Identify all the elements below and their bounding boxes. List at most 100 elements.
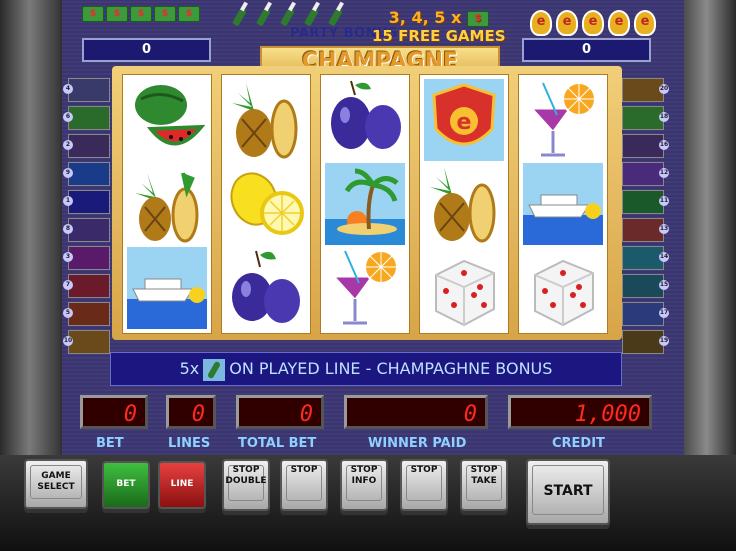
pineapple-icon	[232, 83, 298, 159]
stop-button-2[interactable]: STOP	[400, 459, 448, 511]
bet-label: BET	[96, 436, 124, 451]
line-marker: 4	[63, 78, 110, 102]
left-line-markers: 4 6 2 9 1 8 3 7 5 10	[63, 78, 110, 354]
champagne-bottle-icon	[231, 1, 248, 27]
stop-take-label: STOP TAKE	[470, 465, 498, 486]
bonus-multiplier: 5x	[179, 359, 200, 378]
free-games-multiplier: 3, 4, 5 x	[388, 8, 462, 27]
line-marker: 1	[63, 190, 110, 214]
credit-display: 1,000	[508, 395, 652, 429]
reel-3	[320, 74, 410, 334]
bet-button-label: BET	[116, 479, 136, 489]
reel-5	[518, 74, 608, 334]
game-select-label: GAME SELECT	[37, 471, 75, 492]
pineapple-icon	[430, 167, 496, 243]
e-coin-icon: e	[582, 10, 604, 36]
reel-frame: e	[112, 66, 622, 340]
line-marker: 8	[63, 218, 110, 242]
line-number: 6	[63, 112, 73, 122]
champagne-bottle-icon	[303, 1, 320, 27]
line-marker: 18	[622, 106, 669, 130]
total-bet-display: 0	[236, 395, 324, 429]
right-counter: 0	[522, 38, 651, 62]
line-marker: 9	[63, 162, 110, 186]
free-games-count: 15 FREE GAMES	[372, 27, 506, 45]
winner-paid-label: WINNER PAID	[368, 436, 467, 451]
bonus-message-text: ON PLAYED LINE - CHAMPAGHNE BONUS	[229, 359, 553, 378]
credit-label: CREDIT	[552, 436, 605, 451]
e-coin-icon: e	[556, 10, 578, 36]
winner-paid-display: 0	[344, 395, 488, 429]
start-button[interactable]: START	[526, 459, 610, 525]
game-screen: $ $ $ $ $ 0 PARTY BONUS 3, 4, 5 x $ 15 F…	[62, 0, 684, 455]
reel-4: e	[419, 74, 509, 334]
champagne-bottle-icon	[255, 1, 272, 27]
lines-label: LINES	[168, 436, 211, 451]
coin-icons: e e e e e	[530, 10, 656, 36]
e-shield-icon: e	[424, 79, 504, 161]
line-number: 10	[63, 336, 73, 346]
line-number: 5	[63, 308, 73, 318]
line-number: 14	[659, 252, 669, 262]
left-counter: 0	[82, 38, 211, 62]
line-marker: 11	[622, 190, 669, 214]
dice-icon	[435, 259, 495, 327]
lemon-icon	[230, 172, 304, 235]
plum-icon	[331, 80, 401, 149]
line-marker: 17	[622, 302, 669, 326]
line-marker: 14	[622, 246, 669, 270]
line-marker: 12	[622, 162, 669, 186]
stop-double-label: STOP DOUBLE	[225, 465, 267, 486]
game-select-button[interactable]: GAME SELECT	[24, 459, 88, 509]
line-marker: 5	[63, 302, 110, 326]
champagne-bottle-icon	[279, 1, 296, 27]
line-number: 3	[63, 252, 73, 262]
button-console: GAME SELECT BET LINE STOP DOUBLE STOP ST…	[0, 455, 736, 551]
stop-button[interactable]: STOP	[280, 459, 328, 511]
dollar-bill-icon: $	[106, 6, 128, 22]
cocktail-icon	[531, 82, 596, 157]
line-number: 17	[659, 308, 669, 318]
bonus-message-bar: 5x ON PLAYED LINE - CHAMPAGHNE BONUS	[110, 352, 622, 386]
dice-icon	[534, 259, 594, 327]
line-marker: 13	[622, 218, 669, 242]
line-button-label: LINE	[170, 479, 194, 489]
line-marker: 20	[622, 78, 669, 102]
stop-info-label: STOP INFO	[350, 465, 378, 486]
bonus-bill-icons: $ $ $ $ $	[82, 6, 200, 22]
reel-1	[122, 74, 212, 334]
stop-double-button[interactable]: STOP DOUBLE	[222, 459, 270, 511]
line-number: 8	[63, 224, 73, 234]
line-number: 13	[659, 224, 669, 234]
line-number: 16	[659, 140, 669, 150]
pineapple-icon	[135, 172, 199, 243]
line-number: 15	[659, 280, 669, 290]
stop-info-button[interactable]: STOP INFO	[340, 459, 388, 511]
line-marker: 7	[63, 274, 110, 298]
line-number: 20	[659, 84, 669, 94]
line-marker: 6	[63, 106, 110, 130]
bet-button[interactable]: BET	[102, 461, 150, 509]
palm-island-icon	[325, 163, 405, 245]
line-marker: 2	[63, 134, 110, 158]
line-number: 18	[659, 112, 669, 122]
e-coin-icon: e	[634, 10, 656, 36]
line-button[interactable]: LINE	[158, 461, 206, 509]
stop-label: STOP	[290, 465, 318, 475]
line-marker: 19	[622, 330, 669, 354]
champagne-bottle-icon	[203, 358, 226, 381]
line-number: 7	[63, 280, 73, 290]
reel-2	[221, 74, 311, 334]
line-number: 2	[63, 140, 73, 150]
champagne-bottle-icon	[327, 1, 344, 27]
stop-take-button[interactable]: STOP TAKE	[460, 459, 508, 511]
line-marker: 15	[622, 274, 669, 298]
dollar-bill-icon: $	[178, 6, 200, 22]
plum-icon	[232, 250, 300, 323]
cruise-ship-icon	[127, 247, 207, 329]
line-marker: 16	[622, 134, 669, 158]
svg-text:e: e	[457, 110, 472, 135]
dollar-bill-icon: $	[466, 10, 489, 27]
line-number: 12	[659, 168, 669, 178]
free-games-info: 3, 4, 5 x $ 15 FREE GAMES	[372, 8, 506, 45]
